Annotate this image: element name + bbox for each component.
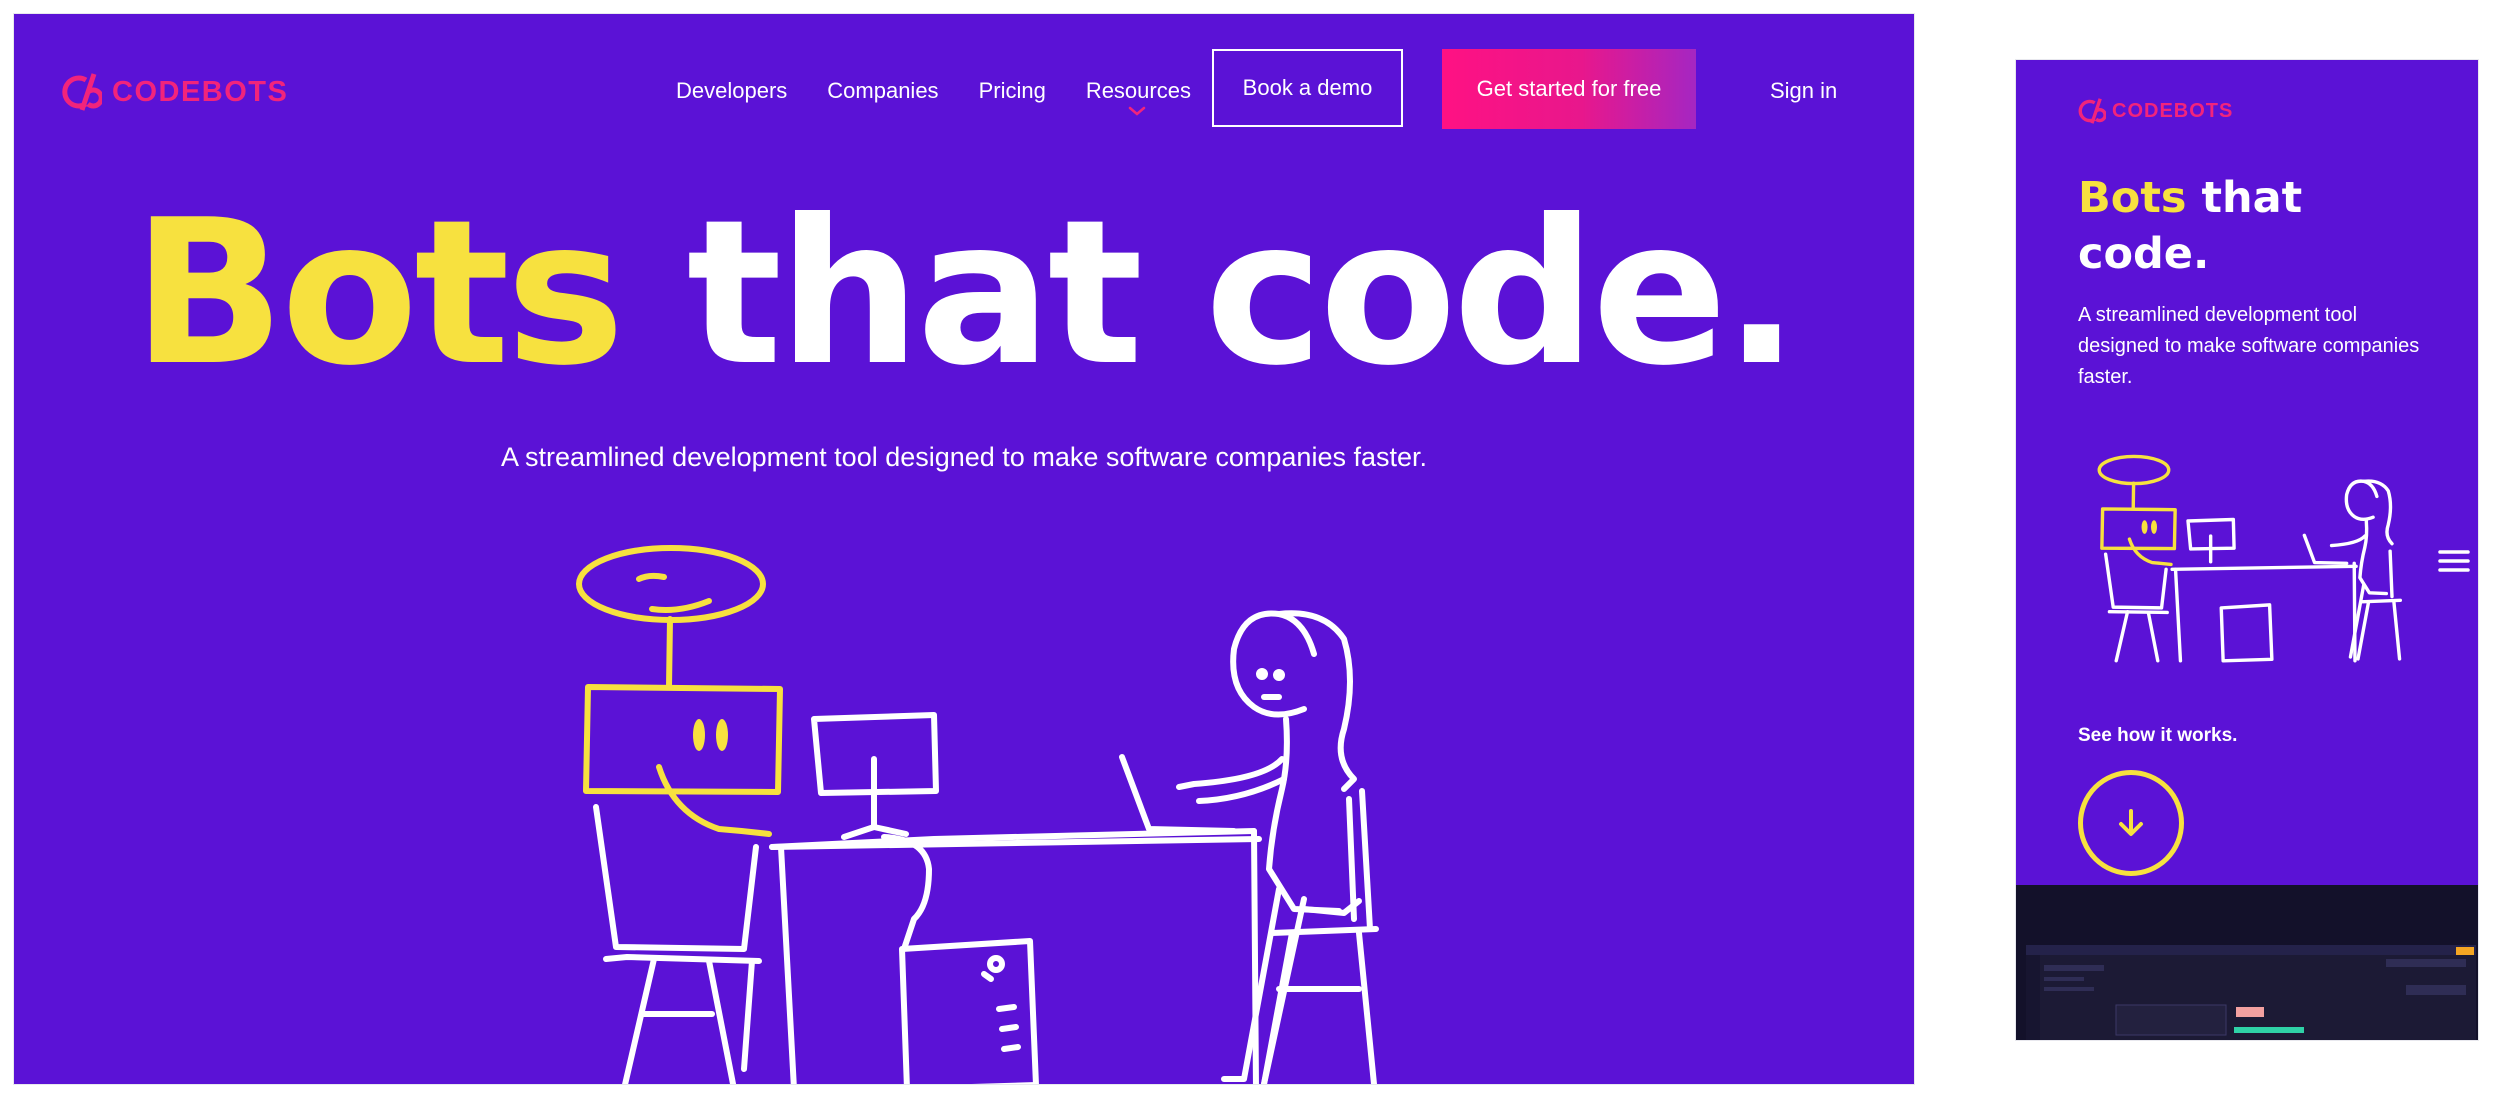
product-preview-section: [2016, 885, 2478, 1040]
nav-resources-label: Resources: [1085, 78, 1191, 103]
mobile-hero-title: Bots that code.: [2078, 170, 2418, 282]
book-demo-button[interactable]: Book a demo: [1212, 49, 1403, 127]
nav-resources[interactable]: Resources: [1085, 78, 1191, 116]
hero-title-rest: that code.: [620, 177, 1800, 410]
get-started-button[interactable]: Get started for free: [1442, 49, 1696, 129]
hero-title-highlight: Bots: [132, 177, 624, 410]
nav-pricing[interactable]: Pricing: [979, 78, 1046, 104]
sign-in-link[interactable]: Sign in: [1770, 78, 1837, 104]
scroll-down-button[interactable]: [2078, 770, 2184, 876]
mobile-bot-and-coder-illustration: [2097, 454, 2403, 663]
product-screenshot-preview: [2026, 945, 2476, 1040]
hero-title: Bots that code.: [14, 184, 1914, 404]
brand-name: CODEBOTS: [112, 75, 289, 108]
mobile-hero-subtitle: A streamlined development tool designed …: [2078, 304, 2420, 388]
hamburger-menu-icon[interactable]: [2438, 547, 2470, 575]
mobile-hero-title-highlight: Bots: [2078, 173, 2187, 223]
mobile-codebots-logo[interactable]: CODEBOTS: [2078, 96, 2233, 126]
mobile-brand-name: CODEBOTS: [2112, 99, 2234, 122]
nav-companies[interactable]: Companies: [827, 78, 938, 104]
see-how-it-works-link[interactable]: See how it works.: [2078, 725, 2237, 747]
codebots-logo[interactable]: CODEBOTS: [62, 70, 288, 114]
main-nav: Developers Companies Pricing Resources: [676, 78, 1231, 116]
codebots-logo-icon: [62, 73, 102, 111]
arrow-down-icon: [2119, 809, 2143, 836]
bot-and-coder-illustration: [576, 545, 1379, 1084]
chevron-down-icon: [1128, 106, 1146, 116]
desktop-view: CODEBOTS Developers Companies Pricing Re…: [14, 14, 1914, 1084]
hero-subtitle: A streamlined development tool designed …: [500, 442, 1427, 472]
nav-developers[interactable]: Developers: [676, 78, 787, 104]
codebots-logo-icon: [2078, 98, 2106, 124]
mobile-view: CODEBOTS Bots that code. A streamlined d…: [2016, 60, 2478, 1040]
